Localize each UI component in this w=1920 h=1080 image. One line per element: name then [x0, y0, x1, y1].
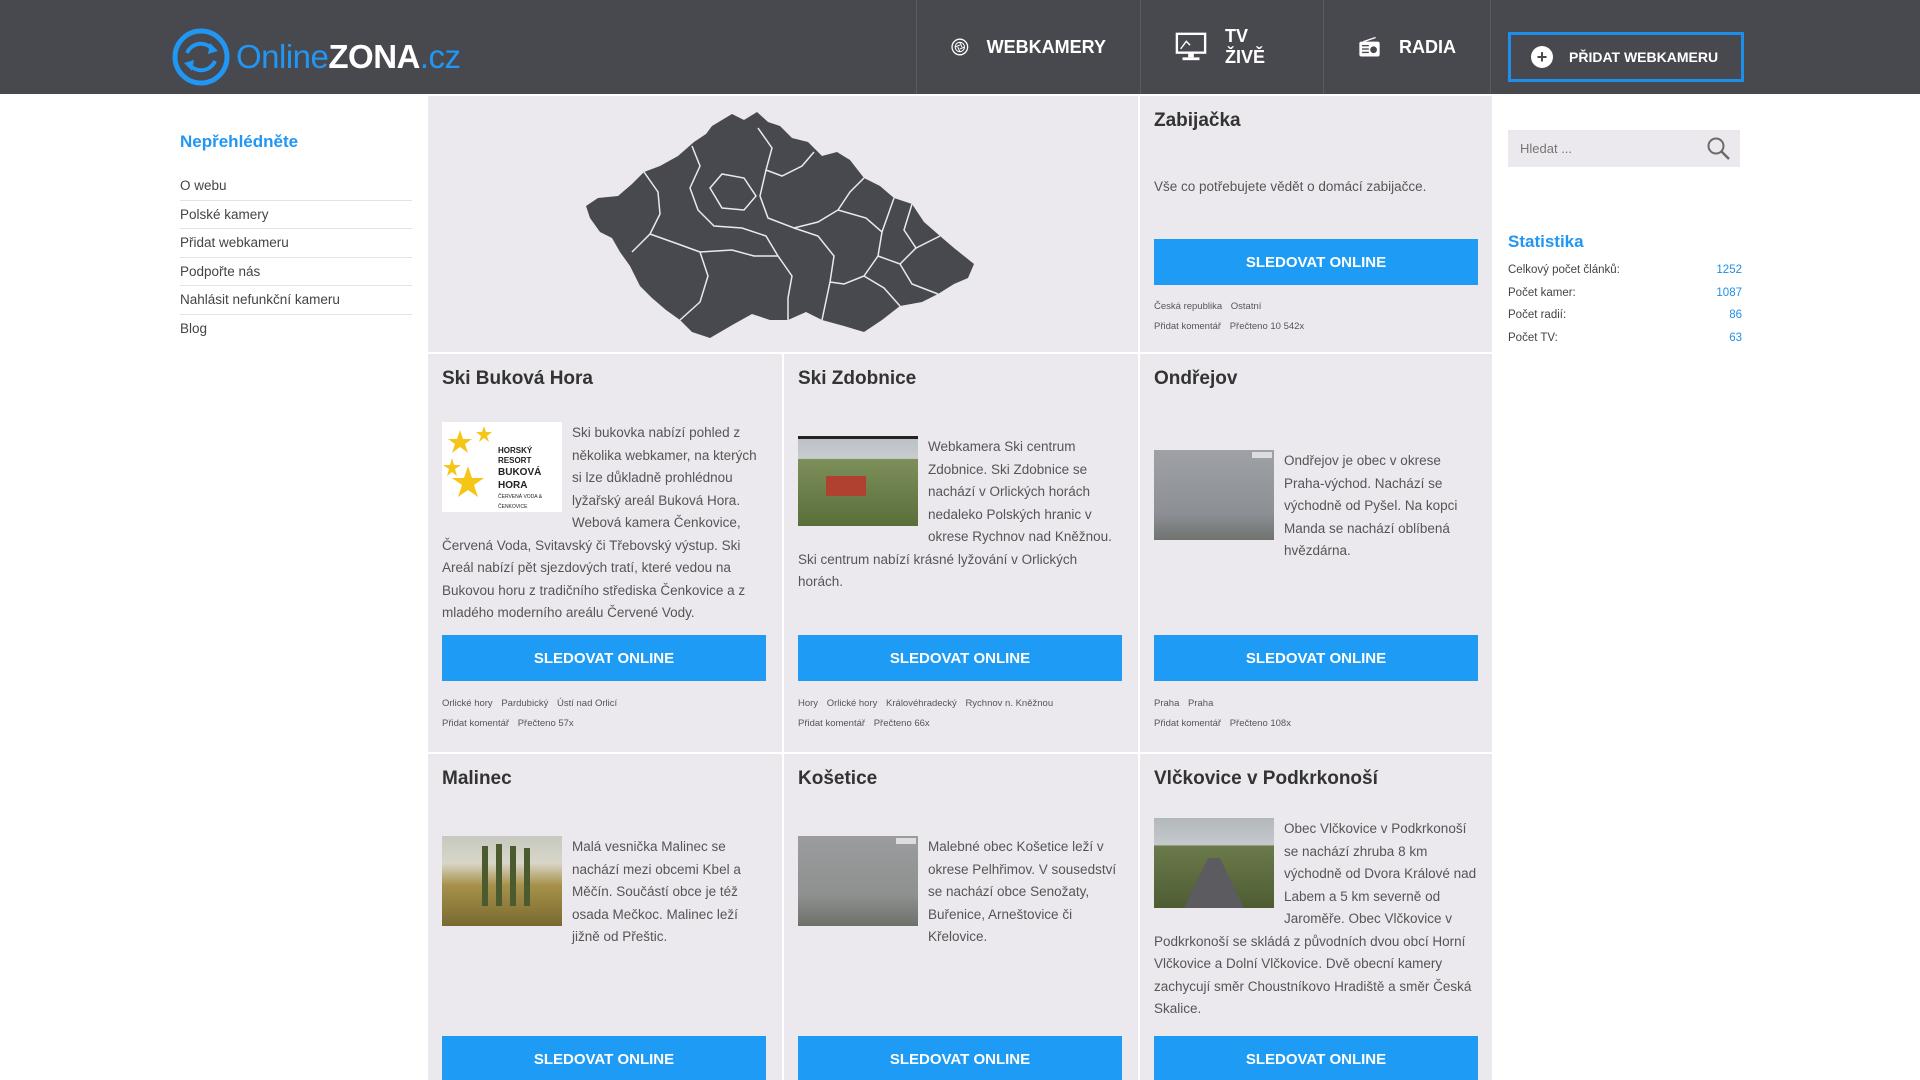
- plus-icon: +: [1531, 46, 1553, 68]
- card-text: Vše co potřebujete vědět o domácí zabija…: [1154, 179, 1427, 194]
- card-ski-bukova-hora: Ski Buková Hora HORSKÝ RESORT BUKOVÁ HOR…: [428, 354, 782, 752]
- card-text: Malebné obec Košetice leží v okrese Pelh…: [798, 836, 1124, 949]
- card-vlckovice: Vlčkovice v Podkrkonoší Obec Vlčkovice v…: [1140, 754, 1492, 1080]
- watch-online-button[interactable]: SLEDOVAT ONLINE: [798, 1036, 1122, 1080]
- card-text: Webkamera Ski centrum Zdobnice. Ski Zdob…: [798, 436, 1124, 594]
- sidebar-title: Nepřehlédněte: [180, 132, 299, 151]
- card-title[interactable]: Ski Buková Hora: [442, 368, 593, 390]
- card-tags: Česká republika Ostatní: [1154, 301, 1267, 312]
- watch-online-button[interactable]: SLEDOVAT ONLINE: [1154, 1036, 1478, 1080]
- add-webcam-button[interactable]: + PŘIDAT WEBKAMERU: [1508, 32, 1744, 82]
- content-grid: Zabijačka Vše co potřebujete vědět o dom…: [428, 96, 1492, 1080]
- card-thumbnail[interactable]: [798, 836, 918, 926]
- tag-link[interactable]: Orlické hory: [827, 698, 878, 709]
- card-meta: Přidat komentář Přečteno 108x: [1154, 718, 1297, 729]
- sync-logo-icon: [172, 28, 230, 86]
- sidebar-item-nahlasit[interactable]: Nahlásit nefunkční kameru: [180, 286, 412, 315]
- views-count: Přečteno 108x: [1229, 718, 1291, 729]
- czech-republic-map[interactable]: [582, 106, 982, 338]
- tag-link[interactable]: Hory: [798, 698, 818, 709]
- card-meta: Přidat komentář Přečteno 10 542x: [1154, 321, 1310, 332]
- czech-map-panel: [428, 96, 1138, 352]
- tag-link[interactable]: Pardubický: [501, 698, 548, 709]
- watch-online-button[interactable]: SLEDOVAT ONLINE: [1154, 635, 1478, 681]
- nav-tv-zive[interactable]: TV ŽIVĚ: [1140, 0, 1323, 94]
- card-thumbnail[interactable]: [442, 836, 562, 926]
- card-ski-zdobnice: Ski Zdobnice Webkamera Ski centrum Zdobn…: [784, 354, 1138, 752]
- card-thumbnail[interactable]: [1154, 818, 1274, 908]
- sidebar-item-podporte-nas[interactable]: Podpořte nás: [180, 258, 412, 286]
- logo-text: OnlineZONA.cz: [236, 38, 461, 75]
- views-count: Přečteno 57x: [517, 718, 574, 729]
- card-tags: Hory Orlické hory Královéhradecký Rychno…: [798, 698, 1059, 709]
- tag-link[interactable]: Orlické hory: [442, 698, 493, 709]
- stat-row: Počet radií: 86: [1508, 309, 1742, 321]
- card-text: HORSKÝ RESORT BUKOVÁ HORA ČERVENÁ VODA &…: [442, 422, 768, 625]
- card-meta: Přidat komentář Přečteno 57x: [442, 718, 580, 729]
- featured-card: Zabijačka Vše co potřebujete vědět o dom…: [1140, 96, 1492, 352]
- add-comment-link[interactable]: Přidat komentář: [1154, 321, 1221, 332]
- card-title[interactable]: Malinec: [442, 768, 512, 790]
- radio-icon: [1359, 36, 1380, 57]
- card-tags: Praha Praha: [1154, 698, 1219, 709]
- card-tags: Orlické hory Pardubický Ústí nad Orlicí: [442, 698, 623, 709]
- tag-link[interactable]: Ostatní: [1231, 301, 1262, 312]
- sidebar-item-polske-kamery[interactable]: Polské kamery: [180, 201, 412, 229]
- card-ondrejov: Ondřejov Ondřejov je obec v okrese Praha…: [1140, 354, 1492, 752]
- card-title[interactable]: Zabijačka: [1154, 110, 1241, 132]
- watch-online-button[interactable]: SLEDOVAT ONLINE: [798, 635, 1122, 681]
- card-meta: Přidat komentář Přečteno 66x: [798, 718, 936, 729]
- stats-title: Statistika: [1508, 232, 1584, 251]
- sidebar-item-o-webu[interactable]: O webu: [180, 172, 412, 201]
- card-thumbnail[interactable]: [798, 436, 918, 526]
- watch-online-button[interactable]: SLEDOVAT ONLINE: [1154, 239, 1478, 285]
- sidebar-item-pridat-webkameru[interactable]: Přidat webkameru: [180, 229, 412, 258]
- watch-online-button[interactable]: SLEDOVAT ONLINE: [442, 1036, 766, 1080]
- site-header: OnlineZONA.cz WEBKAMERY TV ŽIVĚ RADIA + …: [0, 0, 1920, 94]
- card-thumbnail[interactable]: [1154, 450, 1274, 540]
- nav-webkamery[interactable]: WEBKAMERY: [916, 0, 1140, 94]
- sidebar-list: O webu Polské kamery Přidat webkameru Po…: [180, 172, 412, 343]
- tag-link[interactable]: Praha: [1154, 698, 1179, 709]
- stat-row: Počet TV: 63: [1508, 331, 1742, 344]
- tag-link[interactable]: Česká republika: [1154, 301, 1222, 312]
- card-text: Malá vesnička Malinec se nachází mezi ob…: [442, 836, 768, 949]
- views-count: Přečteno 66x: [873, 718, 930, 729]
- sidebar-item-blog[interactable]: Blog: [180, 315, 412, 344]
- card-title[interactable]: Košetice: [798, 768, 877, 790]
- watch-online-button[interactable]: SLEDOVAT ONLINE: [442, 635, 766, 681]
- add-comment-link[interactable]: Přidat komentář: [1154, 718, 1221, 729]
- add-comment-link[interactable]: Přidat komentář: [798, 718, 865, 729]
- nav-radia[interactable]: RADIA: [1323, 0, 1491, 94]
- add-comment-link[interactable]: Přidat komentář: [442, 718, 509, 729]
- card-thumbnail[interactable]: HORSKÝ RESORT BUKOVÁ HORA ČERVENÁ VODA &…: [442, 422, 562, 512]
- card-text: Obec Vlčkovice v Podkrkonoší se nachází …: [1154, 818, 1480, 1021]
- card-kosetice: Košetice Malebné obec Košetice leží v ok…: [784, 754, 1138, 1080]
- card-malinec: Malinec Malá vesnička Malinec se nachází…: [428, 754, 782, 1080]
- search-box: [1508, 130, 1740, 167]
- views-count: Přečteno 10 542x: [1229, 321, 1305, 332]
- site-logo[interactable]: OnlineZONA.cz: [172, 28, 461, 86]
- card-title[interactable]: Vlčkovice v Podkrkonoší: [1154, 768, 1378, 790]
- stat-row: Celkový počet článků: 1252: [1508, 264, 1742, 276]
- search-icon[interactable]: [1706, 136, 1732, 162]
- stats-panel: Statistika Celkový počet článků: 1252 Po…: [1508, 232, 1742, 354]
- camera-aperture-icon: [951, 38, 969, 56]
- card-title[interactable]: Ondřejov: [1154, 368, 1237, 390]
- search-input[interactable]: [1520, 141, 1700, 156]
- thumb-caption: HORSKÝ RESORT BUKOVÁ HORA ČERVENÁ VODA &…: [498, 446, 543, 510]
- monitor-icon: [1175, 32, 1207, 61]
- card-text: Ondřejov je obec v okrese Praha-východ. …: [1154, 450, 1480, 563]
- left-sidebar: Nepřehlédněte O webu Polské kamery Přida…: [180, 132, 412, 343]
- tag-link[interactable]: Ústí nad Orlicí: [557, 698, 617, 709]
- tag-link[interactable]: Rychnov n. Kněžnou: [965, 698, 1053, 709]
- tag-link[interactable]: Královéhradecký: [886, 698, 957, 709]
- tag-link[interactable]: Praha: [1188, 698, 1213, 709]
- card-title[interactable]: Ski Zdobnice: [798, 368, 916, 390]
- stat-row: Počet kamer: 1087: [1508, 286, 1742, 299]
